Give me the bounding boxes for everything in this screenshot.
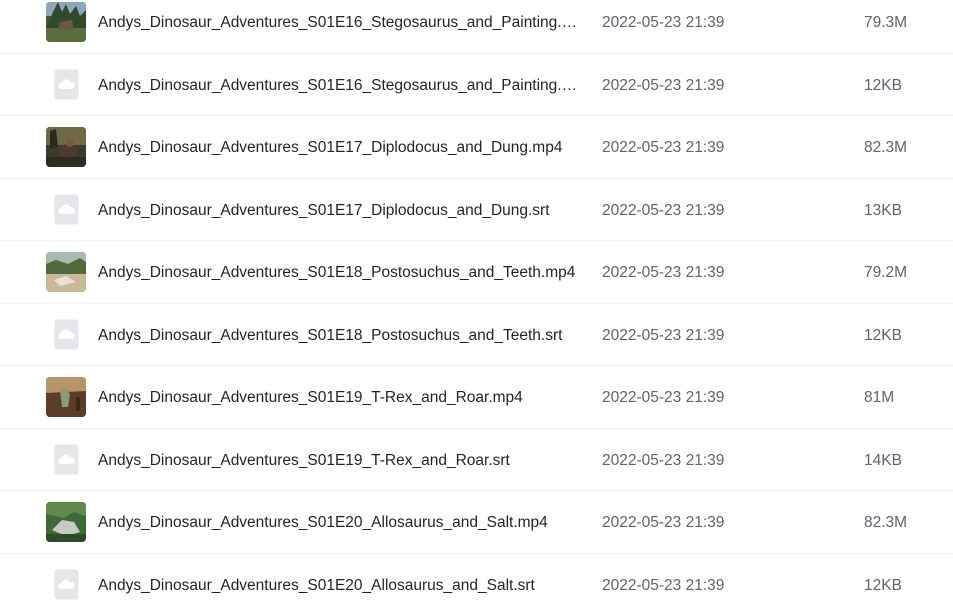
file-date: 2022-05-23 21:39 [602,76,724,95]
file-size: 82.3M [864,513,907,532]
file-size: 79.3M [864,13,907,32]
video-thumbnail [46,2,86,42]
file-name[interactable]: Andys_Dinosaur_Adventures_S01E19_T-Rex_a… [98,388,578,407]
file-row[interactable]: Andys_Dinosaur_Adventures_S01E20_Allosau… [0,491,953,554]
video-thumbnail [46,502,86,542]
file-name[interactable]: Andys_Dinosaur_Adventures_S01E16_Stegosa… [98,13,578,32]
file-date: 2022-05-23 21:39 [602,513,724,532]
file-cloud-icon [54,194,79,225]
file-size: 12KB [864,576,902,595]
file-row[interactable]: Andys_Dinosaur_Adventures_S01E20_Allosau… [0,554,953,616]
file-date: 2022-05-23 21:39 [602,138,724,157]
file-size: 14KB [864,451,902,470]
video-thumbnail [46,127,86,167]
video-thumbnail [46,377,86,417]
file-name[interactable]: Andys_Dinosaur_Adventures_S01E20_Allosau… [98,513,578,532]
file-name[interactable]: Andys_Dinosaur_Adventures_S01E16_Stegosa… [98,76,578,95]
file-size: 82.3M [864,138,907,157]
file-name[interactable]: Andys_Dinosaur_Adventures_S01E20_Allosau… [98,576,578,595]
file-row[interactable]: Andys_Dinosaur_Adventures_S01E16_Stegosa… [0,0,953,54]
file-cloud-icon [54,569,79,600]
file-date: 2022-05-23 21:39 [602,326,724,345]
file-date: 2022-05-23 21:39 [602,263,724,282]
file-row[interactable]: Andys_Dinosaur_Adventures_S01E18_Postosu… [0,304,953,367]
file-size: 13KB [864,201,902,220]
file-size: 81M [864,388,894,407]
video-thumbnail [46,252,86,292]
file-row[interactable]: Andys_Dinosaur_Adventures_S01E19_T-Rex_a… [0,366,953,429]
file-size: 79.2M [864,263,907,282]
file-size: 12KB [864,326,902,345]
file-cloud-icon [54,319,79,350]
file-row[interactable]: Andys_Dinosaur_Adventures_S01E17_Diplodo… [0,179,953,242]
file-date: 2022-05-23 21:39 [602,451,724,470]
file-name[interactable]: Andys_Dinosaur_Adventures_S01E18_Postosu… [98,263,578,282]
file-date: 2022-05-23 21:39 [602,201,724,220]
file-cloud-icon [54,69,79,100]
file-date: 2022-05-23 21:39 [602,13,724,32]
file-date: 2022-05-23 21:39 [602,388,724,407]
file-row[interactable]: Andys_Dinosaur_Adventures_S01E19_T-Rex_a… [0,429,953,492]
file-name[interactable]: Andys_Dinosaur_Adventures_S01E17_Diplodo… [98,138,578,157]
file-size: 12KB [864,76,902,95]
file-cloud-icon [54,444,79,475]
file-name[interactable]: Andys_Dinosaur_Adventures_S01E19_T-Rex_a… [98,451,578,470]
file-name[interactable]: Andys_Dinosaur_Adventures_S01E17_Diplodo… [98,201,578,220]
file-date: 2022-05-23 21:39 [602,576,724,595]
file-name[interactable]: Andys_Dinosaur_Adventures_S01E18_Postosu… [98,326,578,345]
file-row[interactable]: Andys_Dinosaur_Adventures_S01E18_Postosu… [0,241,953,304]
file-row[interactable]: Andys_Dinosaur_Adventures_S01E17_Diplodo… [0,116,953,179]
file-row[interactable]: Andys_Dinosaur_Adventures_S01E16_Stegosa… [0,54,953,117]
file-list: Andys_Dinosaur_Adventures_S01E16_Stegosa… [0,0,953,616]
